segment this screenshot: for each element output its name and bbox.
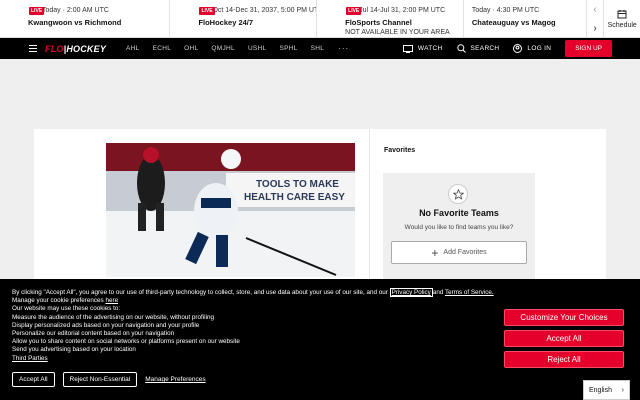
event-title: FloHockey 24/7 bbox=[198, 18, 254, 27]
nav-link-echl[interactable]: ECHL bbox=[153, 45, 172, 52]
nav-link-ahl[interactable]: AHL bbox=[126, 45, 140, 52]
language-selector[interactable]: English › bbox=[583, 380, 630, 400]
manage-preferences-link[interactable]: Manage Preferences bbox=[145, 376, 205, 383]
event-availability: NOT AVAILABLE IN YOUR AREA bbox=[345, 29, 450, 36]
favorites-card: No Favorite Teams Would you like to find… bbox=[383, 173, 535, 279]
reject-non-essential-button[interactable]: Reject Non-Essential bbox=[62, 372, 138, 387]
calendar-icon bbox=[617, 10, 627, 19]
cookie-banner: By clicking "Accept All", you agree to o… bbox=[0, 279, 640, 400]
customize-choices-button[interactable]: Customize Your Choices bbox=[504, 309, 624, 326]
nav-link-qmjhl[interactable]: QMJHL bbox=[211, 45, 235, 52]
chevron-right-icon: › bbox=[621, 386, 624, 394]
svg-text:TOOLS TO MAKE: TOOLS TO MAKE bbox=[256, 179, 339, 190]
more-menu-icon[interactable]: ··· bbox=[338, 44, 349, 53]
flohockey-logo[interactable]: FLO|HOCKEY bbox=[45, 44, 106, 54]
cookie-secondary-actions: Accept All Reject Non-Essential Manage P… bbox=[12, 372, 206, 387]
search-icon bbox=[456, 44, 466, 53]
third-parties-link[interactable]: Third Parties bbox=[12, 355, 48, 362]
schedule-strip: LIVE Today · 2:00 AM UTC Kwangwoon vs Ri… bbox=[0, 0, 640, 38]
no-favorites-subtitle: Would you like to find teams you like? bbox=[404, 224, 514, 231]
live-badge: LIVE bbox=[29, 7, 45, 15]
event-time: Today · 2:00 AM UTC bbox=[42, 7, 109, 14]
schedule-event-3[interactable]: LIVE Jul 14-Jul 31, 2:00 PM UTC FloSport… bbox=[317, 0, 464, 38]
schedule-arrows: ‹ › bbox=[587, 0, 605, 38]
chevron-left-icon[interactable]: ‹ bbox=[593, 4, 596, 15]
schedule-event-4[interactable]: Today · 4:30 PM UTC Chateauguay vs Magog bbox=[464, 0, 587, 38]
watch-button[interactable]: WATCH bbox=[402, 44, 443, 53]
login-button[interactable]: LOG IN bbox=[513, 44, 551, 53]
no-favorites-title: No Favorite Teams bbox=[419, 208, 499, 218]
cookie-text: By clicking "Accept All", you agree to o… bbox=[12, 288, 494, 362]
star-icon bbox=[448, 184, 468, 204]
reject-all-button[interactable]: Reject All bbox=[504, 351, 624, 368]
signup-button[interactable]: SIGN UP bbox=[565, 40, 612, 57]
accept-all-button[interactable]: Accept All bbox=[504, 330, 624, 347]
event-time: Oct 14-Dec 31, 2037, 5:00 PM UTC bbox=[212, 7, 318, 14]
chevron-right-icon[interactable]: › bbox=[593, 23, 596, 34]
content-card: TOOLS TO MAKE HEALTH CARE EASY Favorites… bbox=[34, 129, 606, 279]
accept-all-outline-button[interactable]: Accept All bbox=[12, 372, 55, 387]
svg-text:HEALTH CARE EASY: HEALTH CARE EASY bbox=[244, 192, 345, 203]
terms-link[interactable]: Terms of Service. bbox=[445, 289, 494, 296]
tv-icon bbox=[402, 44, 413, 53]
main-nav: FLO|HOCKEY AHL ECHL OHL QMJHL USHL SPHL … bbox=[0, 38, 640, 59]
event-title: FloSports Channel bbox=[345, 18, 412, 27]
user-icon bbox=[513, 44, 523, 53]
event-time: Jul 14-Jul 31, 2:00 PM UTC bbox=[359, 7, 446, 14]
league-links: AHL ECHL OHL QMJHL USHL SPHL SHL bbox=[126, 45, 324, 52]
event-title: Chateauguay vs Magog bbox=[471, 18, 556, 27]
plus-icon: + bbox=[431, 245, 439, 260]
divider bbox=[369, 129, 370, 279]
hockey-photo[interactable]: TOOLS TO MAKE HEALTH CARE EASY bbox=[106, 143, 355, 277]
schedule-event-2[interactable]: LIVE Oct 14-Dec 31, 2037, 5:00 PM UTC Fl… bbox=[170, 0, 318, 38]
schedule-label: Schedule bbox=[607, 22, 637, 29]
nav-link-sphl[interactable]: SPHL bbox=[279, 45, 297, 52]
add-favorites-button[interactable]: + Add Favorites bbox=[391, 241, 527, 264]
schedule-button[interactable]: Schedule bbox=[604, 0, 640, 38]
search-button[interactable]: SEARCH bbox=[456, 44, 500, 53]
privacy-policy-link[interactable]: Privacy Policy bbox=[389, 288, 433, 297]
nav-link-ushl[interactable]: USHL bbox=[248, 45, 267, 52]
nav-link-ohl[interactable]: OHL bbox=[184, 45, 198, 52]
favorites-heading: Favorites bbox=[384, 147, 416, 154]
event-title: Kwangwoon vs Richmond bbox=[28, 18, 122, 27]
event-time: Today · 4:30 PM UTC bbox=[471, 7, 540, 14]
live-badge: LIVE bbox=[346, 7, 362, 15]
nav-link-shl[interactable]: SHL bbox=[311, 45, 325, 52]
live-badge: LIVE bbox=[199, 7, 215, 15]
schedule-event-1[interactable]: LIVE Today · 2:00 AM UTC Kwangwoon vs Ri… bbox=[0, 0, 171, 38]
here-link[interactable]: here bbox=[105, 297, 118, 304]
hamburger-menu-icon[interactable] bbox=[29, 45, 37, 52]
